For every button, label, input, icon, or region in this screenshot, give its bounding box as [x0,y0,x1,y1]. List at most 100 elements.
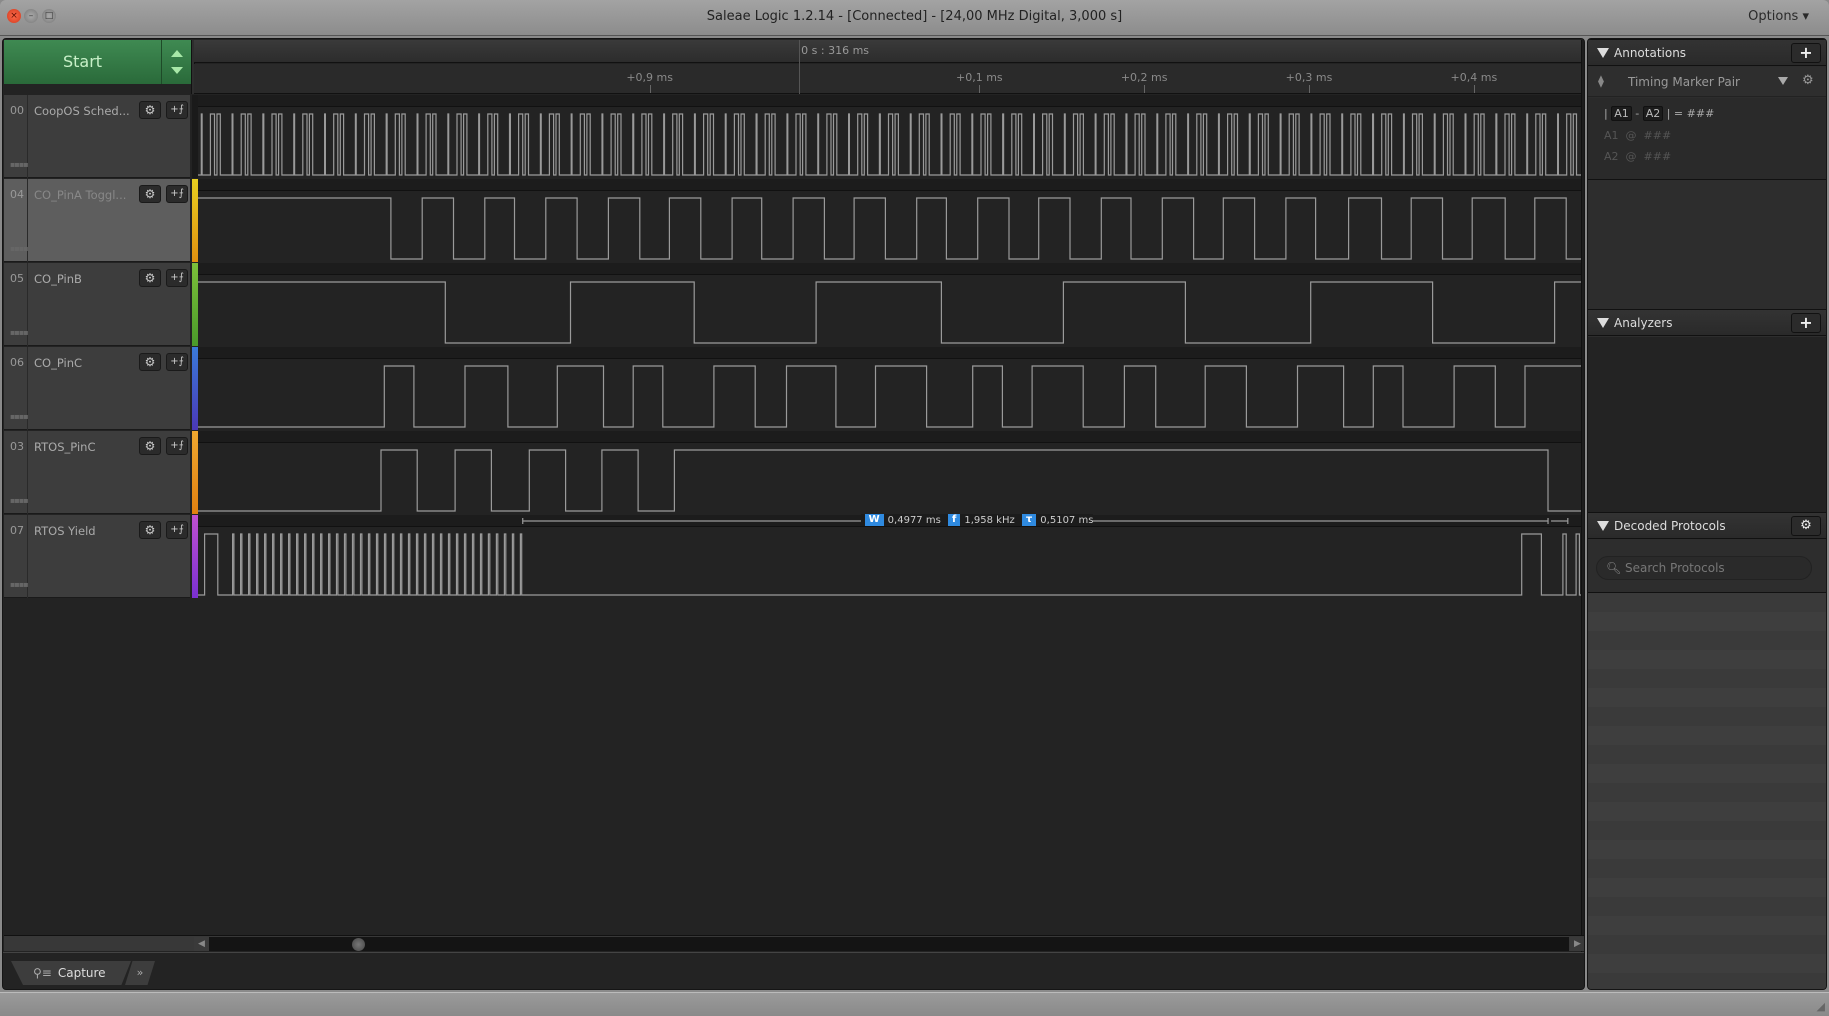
a2-line: A2 @ ### [1604,150,1672,163]
trigger-edge-icon[interactable]: +⨍ [166,101,188,119]
trigger-edge-icon[interactable]: +⨍ [166,185,188,203]
channel-color-strip [192,515,198,598]
trigger-edge-icon[interactable]: +⨍ [166,269,188,287]
channel-name[interactable]: CO_PinA Toggl... [34,188,126,202]
timing-marker-selector[interactable]: ⧫ Timing Marker Pair ⚙ [1588,67,1826,97]
drag-handle-icon[interactable]: ▪▪▪▪ [10,328,29,337]
drag-handle-icon[interactable]: ▪▪▪▪ [10,580,29,589]
decoded-protocols-list [1588,592,1826,989]
analyzers-title: Analyzers [1614,316,1673,330]
status-bar: ◢ [0,992,1829,1016]
add-analyzer-button[interactable]: + [1791,313,1821,333]
add-annotation-button[interactable]: + [1791,43,1821,63]
timeline-marker-ruler[interactable]: 0 s : 316 ms [194,40,1581,94]
channel-settings-gear-icon[interactable]: ⚙ [139,101,161,119]
a2-value: ### [1643,150,1672,163]
channel-row[interactable]: 06 ▪▪▪▪ CO_PinC ⚙ +⨍ [4,347,190,430]
annotations-empty [1588,181,1826,309]
capture-tab[interactable]: ⚲≡ Capture [11,961,131,985]
waveform-07 [198,533,1581,596]
scroll-track[interactable] [209,937,1569,951]
channel-settings-gear-icon[interactable]: ⚙ [139,437,161,455]
bottom-tab-bar: ⚲≡ Capture » [3,952,1584,989]
search-protocols-input[interactable]: 🔍︎ Search Protocols [1596,556,1812,580]
period-value: 0,5107 ms [1040,515,1094,526]
arrow-down-icon [171,67,183,74]
channel-color-strip [192,179,198,262]
start-options-toggle[interactable] [162,40,191,84]
capture-view: Start 0 s : 316 ms +0,9 ms +0,1 ms +0,2 ms… [2,38,1585,990]
waveform-00 [198,113,1581,176]
channel-row[interactable]: 05 ▪▪▪▪ CO_PinB ⚙ +⨍ [4,263,190,346]
drag-handle-icon[interactable]: ▪▪▪▪ [10,160,29,169]
tick-label: +0,1 ms [956,71,1003,84]
channel-settings-gear-icon[interactable]: ⚙ [139,185,161,203]
window-title: Saleae Logic 1.2.14 - [Connected] - [24,… [706,9,1123,24]
channel-row[interactable]: 03 ▪▪▪▪ RTOS_PinC ⚙ +⨍ [4,431,190,514]
measurement-readout: W 0,4977 ms f 1,958 kHz τ 0,5107 ms [860,514,1094,526]
scroll-left-button[interactable]: ◀ [194,937,209,951]
capture-tab-label: Capture [57,966,106,980]
start-button[interactable]: Start [4,40,162,84]
resize-grip-icon[interactable]: ◢ [1817,1000,1825,1013]
channel-name[interactable]: CO_PinB [34,272,82,286]
channel-color-strip [192,95,198,178]
search-placeholder: Search Protocols [1625,561,1725,575]
analyzers-header[interactable]: Analyzers + [1588,309,1826,336]
channel-name[interactable]: RTOS_PinC [34,440,95,454]
trigger-edge-icon[interactable]: +⨍ [166,353,188,371]
search-icon: 🔍︎ [1606,561,1622,575]
tick-label: +0,9 ms [626,71,673,84]
vertical-scrollbar[interactable] [1581,40,1584,952]
channel-row[interactable]: 04 ▪▪▪▪ CO_PinA Toggl... ⚙ +⨍ [4,179,190,262]
channel-color-strip [192,263,198,346]
decoded-settings-button[interactable]: ⚙ [1791,516,1821,536]
a2-label: A2 [1604,150,1619,163]
channel-name[interactable]: CoopOS Sched... [34,104,130,118]
drag-handle-icon[interactable]: ▪▪▪▪ [10,412,29,421]
channel-row[interactable]: 00 ▪▪▪▪ CoopOS Sched... ⚙ +⨍ [4,95,190,178]
a1-chip[interactable]: A1 [1611,106,1632,121]
scroll-right-button[interactable]: ▶ [1570,937,1584,951]
waveform-06 [198,365,1581,428]
gear-icon[interactable]: ⚙ [1802,73,1814,88]
tick-mark [1309,85,1310,93]
channel-name[interactable]: CO_PinC [34,356,82,370]
tick-mark [1144,85,1146,93]
waveform-04 [198,197,1581,260]
decoded-protocols-header[interactable]: Decoded Protocols ⚙ [1588,512,1826,539]
trigger-edge-icon[interactable]: +⨍ [166,437,188,455]
capture-search-icon: ⚲≡ [33,966,52,980]
drag-handle-icon[interactable]: ▪▪▪▪ [10,244,29,253]
width-icon: W [864,514,884,526]
scroll-thumb[interactable] [352,938,365,951]
timeline-tick-ruler[interactable]: +0,9 ms+0,1 ms+0,2 ms+0,3 ms+0,4 ms+0,5 … [194,64,1581,94]
channel-settings-gear-icon[interactable]: ⚙ [139,521,161,539]
tick-mark [1473,85,1475,93]
title-bar: × – □ Saleae Logic 1.2.14 - [Connected] … [0,0,1829,36]
channel-settings-gear-icon[interactable]: ⚙ [139,269,161,287]
width-value: 0,4977 ms [887,515,941,526]
tick-label: +0,4 ms [1450,71,1498,84]
annotations-title: Annotations [1614,46,1687,60]
tick-mark [979,85,981,93]
channel-row[interactable]: 07 ▪▪▪▪ RTOS Yield ⚙ +⨍ [4,515,190,598]
annotations-header[interactable]: Annotations + [1588,39,1826,66]
arrow-up-icon [171,50,183,57]
drag-handle-icon[interactable]: ▪▪▪▪ [10,496,29,505]
annotation-details: | A1 - A2 | = ### A1 @ ### A2 @ ### [1588,98,1826,180]
channel-name[interactable]: RTOS Yield [34,524,96,538]
a1-label: A1 [1604,129,1619,142]
marker-diff-line: | A1 - A2 | = ### [1604,106,1715,121]
period-icon: τ [1021,514,1037,526]
channel-settings-gear-icon[interactable]: ⚙ [139,353,161,371]
dropdown-arrow-icon[interactable] [1778,77,1788,85]
a2-chip[interactable]: A2 [1642,106,1664,121]
diff-value: ### [1686,107,1715,120]
channel-color-strip [192,347,198,430]
time-marker-label: 0 s : 316 ms [801,44,870,57]
horizontal-scrollbar[interactable]: ◀ ▶ [4,935,1584,951]
options-menu[interactable]: Options ▾ [1748,9,1809,24]
trigger-edge-icon[interactable]: +⨍ [166,521,188,539]
waveform-05 [198,281,1581,344]
